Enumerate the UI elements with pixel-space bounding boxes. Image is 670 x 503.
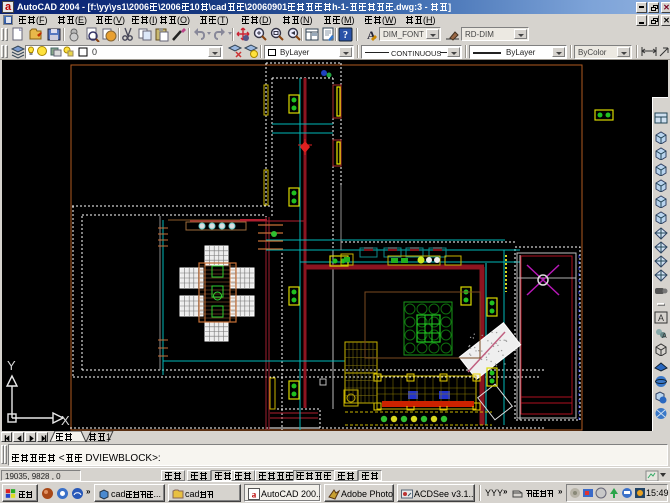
- svg-text:A: A: [662, 333, 667, 340]
- svg-text:X: X: [61, 413, 70, 428]
- svg-text:?: ?: [343, 30, 348, 41]
- svg-text:A: A: [367, 28, 376, 42]
- svg-text:0: 0: [92, 47, 97, 57]
- svg-text:A: A: [658, 313, 664, 323]
- svg-text:Y: Y: [7, 358, 16, 373]
- svg-text:a: a: [252, 490, 257, 500]
